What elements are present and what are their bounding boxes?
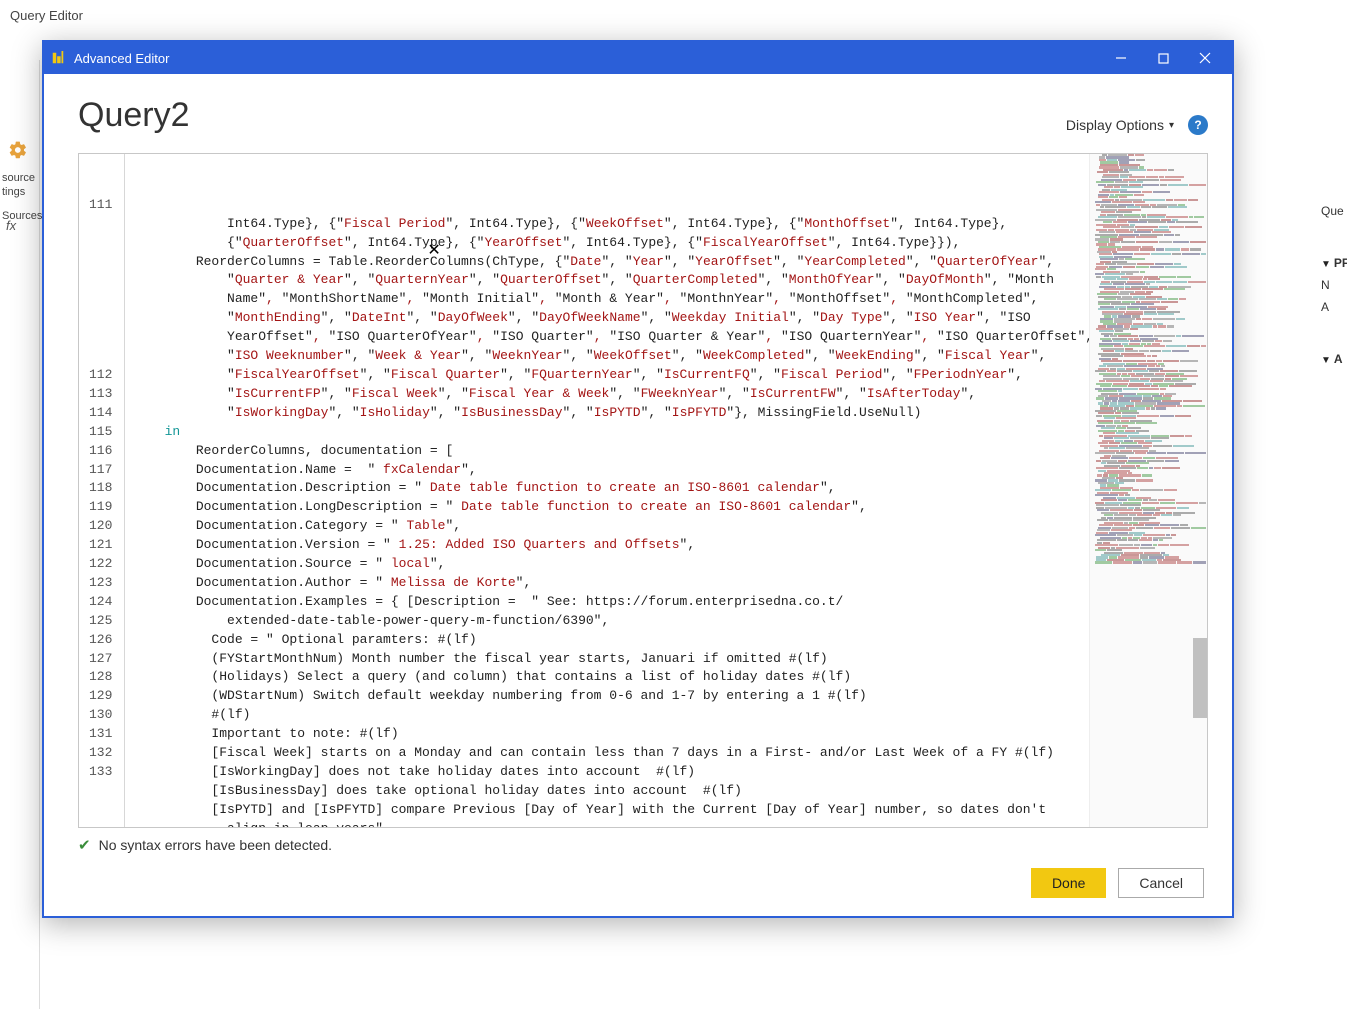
- footer-buttons: Done Cancel: [78, 868, 1208, 898]
- right-panel-item: ▼A: [1317, 348, 1347, 370]
- background-sidebar-label-2: tings: [2, 186, 25, 198]
- gear-icon: [8, 140, 28, 160]
- background-sidebar-label-1: source: [2, 172, 35, 184]
- chevron-down-icon: ▼: [1321, 355, 1331, 366]
- maximize-button[interactable]: [1142, 42, 1184, 74]
- minimize-button[interactable]: [1100, 42, 1142, 74]
- status-bar: ✔ No syntax errors have been detected.: [78, 828, 1208, 868]
- help-icon[interactable]: ?: [1188, 115, 1208, 135]
- right-panel-item: A: [1317, 296, 1347, 318]
- background-title: Query Editor: [10, 8, 83, 23]
- background-right-panel: Que ▼PF N A ▼A: [1317, 200, 1347, 370]
- display-options-label: Display Options: [1066, 117, 1164, 133]
- code-editor[interactable]: 1111121131141151161171181191201211221231…: [78, 153, 1208, 828]
- advanced-editor-modal: Advanced Editor Query2 Display Options ▾…: [42, 40, 1234, 918]
- header-row: Query2 Display Options ▾ ?: [78, 96, 1208, 135]
- right-panel-item: ▼PF: [1317, 252, 1347, 274]
- query-name-title: Query2: [78, 96, 190, 135]
- minimap[interactable]: [1089, 154, 1207, 827]
- cancel-button[interactable]: Cancel: [1118, 868, 1204, 898]
- code-area[interactable]: ✕ Int64.Type}, {"Fiscal Period", Int64.T…: [125, 154, 1089, 827]
- background-sidebar: source tings Sources: [0, 60, 40, 1009]
- status-text: No syntax errors have been detected.: [99, 837, 332, 853]
- formula-bar-fx-icon: fx: [6, 218, 16, 233]
- titlebar-title: Advanced Editor: [74, 51, 1100, 66]
- minimap-thumb[interactable]: [1193, 638, 1207, 718]
- check-icon: ✔: [78, 836, 91, 854]
- done-button[interactable]: Done: [1031, 868, 1106, 898]
- right-panel-item: N: [1317, 274, 1347, 296]
- chevron-down-icon: ▼: [1321, 259, 1331, 270]
- chevron-down-icon: ▾: [1169, 120, 1174, 131]
- right-panel-item: Que: [1317, 200, 1347, 222]
- display-options-dropdown[interactable]: Display Options ▾: [1066, 117, 1174, 133]
- app-icon: [50, 50, 66, 66]
- close-button[interactable]: [1184, 42, 1226, 74]
- modal-content: Query2 Display Options ▾ ? 1111121131141…: [44, 74, 1232, 916]
- line-number-gutter: 1111121131141151161171181191201211221231…: [79, 154, 125, 827]
- titlebar: Advanced Editor: [44, 42, 1232, 74]
